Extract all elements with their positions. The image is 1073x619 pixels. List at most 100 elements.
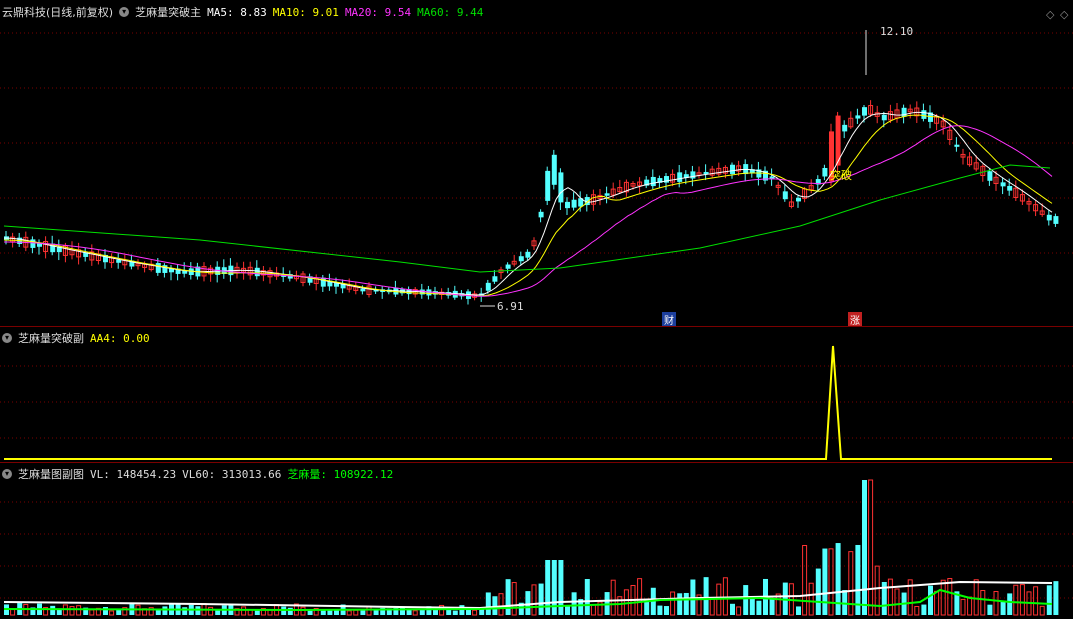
volume-bar <box>492 596 498 615</box>
volume-bar <box>683 592 689 615</box>
candle-body <box>730 164 735 175</box>
volume-bar <box>452 610 458 615</box>
volume-bar <box>472 609 478 616</box>
volume-bar <box>353 609 359 616</box>
volume-bar <box>828 548 834 616</box>
candle-body <box>320 277 326 287</box>
candle-body <box>525 251 531 258</box>
ma20-value: MA20: 9.54 <box>344 5 412 19</box>
volume-bar <box>76 605 82 616</box>
stock-name: 云鼎科技(日线,前复权) <box>2 6 114 19</box>
volume-bar <box>928 585 933 615</box>
candle-body <box>1053 216 1059 224</box>
low-price-label: 6.91 <box>497 300 524 313</box>
volume-bar <box>1046 585 1052 615</box>
candle-body <box>650 176 656 187</box>
candle-body <box>954 144 960 147</box>
volume-bar <box>921 604 927 615</box>
candle-body <box>30 239 36 248</box>
volume-bar <box>89 609 95 616</box>
volume-bar <box>346 610 352 616</box>
ma20-line <box>3 125 1053 297</box>
volume-bar <box>749 597 755 615</box>
volume-bar <box>914 606 920 616</box>
candle-body <box>987 171 993 181</box>
candle-body <box>796 197 801 202</box>
collapse-icon[interactable]: ◇ <box>1060 8 1068 21</box>
candle-body <box>571 199 577 208</box>
volume-bar <box>730 603 735 615</box>
candle-body <box>1007 185 1013 191</box>
candle-body <box>254 267 260 277</box>
sub2-indicator-name[interactable]: 芝麻量图副图 <box>18 466 84 482</box>
volume-bar <box>103 607 108 615</box>
volume-bar <box>531 584 537 616</box>
volume-bar <box>525 591 531 615</box>
breakout-sub-panel[interactable]: ▾ 芝麻量突破副 AA4: 0.00 <box>0 326 1073 462</box>
volume-bar <box>334 610 339 615</box>
main-price-panel[interactable]: 云鼎科技(日线,前复权) ▾ 芝麻量突破主 MA5: 8.83 MA10: 9.… <box>0 0 1073 327</box>
volume-bar <box>960 598 966 616</box>
limit-up-badge[interactable]: 涨 <box>848 312 862 327</box>
main-indicator-name[interactable]: 芝麻量突破主 <box>135 4 201 20</box>
volume-bar <box>987 604 993 615</box>
candle-body <box>565 201 570 209</box>
volume-bar <box>677 593 683 615</box>
volume-bar <box>400 606 405 615</box>
volume-bar <box>808 582 814 616</box>
volume-bar <box>862 480 867 615</box>
candlestick-chart[interactable] <box>0 0 1073 326</box>
volume-bar <box>887 578 893 616</box>
indicator-menu-icon[interactable]: ▾ <box>119 7 130 17</box>
volume-bar <box>874 565 880 616</box>
volume-bar <box>433 609 438 615</box>
high-price-label: 12.10 <box>880 25 914 38</box>
indicator-menu-icon[interactable]: ▾ <box>2 333 12 343</box>
ma5-line <box>3 111 1053 296</box>
vl-value: VL: 148454.23 <box>90 467 177 481</box>
volume-bar <box>842 590 848 615</box>
volume-bar <box>69 606 75 616</box>
diamond-icon[interactable]: ◇ <box>1046 8 1054 21</box>
volume-bar <box>1000 601 1006 615</box>
breakout-label: 突破 <box>830 169 852 182</box>
candle-body <box>921 110 927 119</box>
candle-body <box>518 256 524 262</box>
indicator-menu-icon[interactable]: ▾ <box>2 469 12 479</box>
aa4-chart[interactable] <box>0 326 1073 462</box>
vl60-value: VL60: 313013.66 <box>182 467 282 481</box>
volume-bar <box>1019 584 1025 616</box>
volume-chart[interactable] <box>0 462 1073 619</box>
volume-bar <box>208 606 214 616</box>
candle-body <box>485 282 491 291</box>
candle-body <box>360 288 366 292</box>
volume-bar <box>538 583 544 615</box>
volume-bar <box>412 610 418 616</box>
volume-bar <box>590 604 596 616</box>
finance-badge[interactable]: 财 <box>662 312 676 327</box>
volume-bar <box>967 596 973 616</box>
candle-body <box>677 172 683 182</box>
candle-body <box>558 172 564 203</box>
volume-bar <box>868 479 874 616</box>
candle-body <box>855 115 861 119</box>
volume-bar <box>1053 581 1059 615</box>
volume-bar <box>815 568 821 615</box>
volume-bar <box>1039 605 1045 616</box>
ma10-line <box>3 114 1053 297</box>
candle-body <box>155 263 161 273</box>
candle-body <box>1000 182 1006 187</box>
volume-bar <box>980 590 986 616</box>
volume-bar <box>610 579 616 616</box>
volume-bar <box>584 579 590 615</box>
candle-body <box>782 191 788 200</box>
candle-body <box>505 264 511 269</box>
sub1-indicator-name[interactable]: 芝麻量突破副 <box>18 330 84 346</box>
volume-bar <box>973 579 979 616</box>
volume-bar <box>670 591 676 616</box>
volume-bar <box>822 548 828 615</box>
volume-sub-panel[interactable]: ▾ 芝麻量图副图 VL: 148454.23 VL60: 313013.66 芝… <box>0 462 1073 619</box>
volume-bar <box>848 551 854 616</box>
candle-body <box>604 193 610 196</box>
volume-bar <box>182 607 188 615</box>
